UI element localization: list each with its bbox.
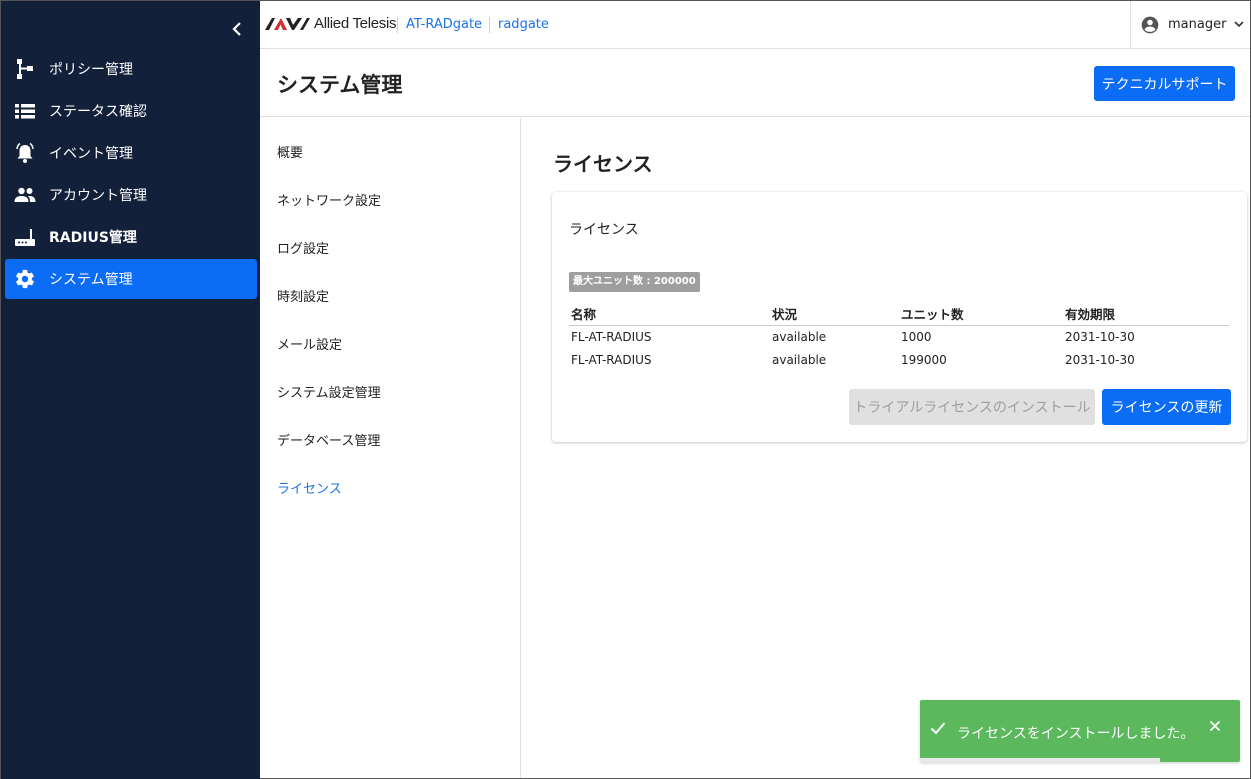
submenu-item-network[interactable]: ネットワーク設定 [277,190,381,209]
install-trial-license-button: トライアルライセンスのインストール [849,389,1095,425]
table-row: FL-AT-RADIUS available 199000 2031-10-30 [569,348,1229,371]
list-icon [14,100,36,122]
user-menu[interactable]: manager [1130,1,1250,48]
column-header-name: 名称 [569,303,770,326]
policy-tree-icon [14,58,36,80]
submenu-item-log[interactable]: ログ設定 [277,238,329,257]
update-license-button[interactable]: ライセンスの更新 [1102,389,1231,425]
sidebar-item-system[interactable]: システム管理 [5,259,257,299]
submenu-item-mail[interactable]: メール設定 [277,334,342,353]
cell-status: available [772,329,827,344]
router-icon [14,226,36,248]
success-toast: ライセンスをインストールしました。 [920,700,1240,762]
sidebar-item-label: システム管理 [49,272,133,288]
breadcrumb-product[interactable]: AT-RADgate [397,17,482,33]
sidebar-item-label: ステータス確認 [49,104,147,120]
sidebar-nav: ポリシー管理 ステータス確認 イベント管理 アカウント管理 RADIUS管理 シ… [5,49,257,301]
section-title: ライセンス [553,152,653,176]
sidebar-item-label: RADIUS管理 [49,230,137,246]
brand-logo: Allied Telesis [265,15,397,32]
table-row: FL-AT-RADIUS available 1000 2031-10-30 [569,325,1229,348]
submenu-item-overview[interactable]: 概要 [277,142,303,161]
column-header-expiry: 有効期限 [1063,303,1229,326]
account-circle-icon [1141,16,1159,33]
license-card: ライセンス 最大ユニット数 : 200000 名称 状況 ユニット数 有効期限 … [552,192,1247,442]
cell-name: FL-AT-RADIUS [571,329,652,344]
sidebar-item-label: アカウント管理 [49,188,147,204]
user-name: manager [1168,17,1227,32]
column-header-units: ユニット数 [899,303,1063,326]
submenu-item-system-config[interactable]: システム設定管理 [277,382,381,401]
toast-progress-bar [920,758,1160,762]
breadcrumb-host[interactable]: radgate [489,17,549,33]
top-bar: Allied Telesis AT-RADgate radgate manage… [260,1,1250,49]
page-header: システム管理 テクニカルサポート [260,49,1250,117]
submenu-item-database[interactable]: データベース管理 [277,430,380,449]
chevron-down-icon [1234,21,1245,28]
sidebar-item-status[interactable]: ステータス確認 [5,91,257,131]
people-icon [14,184,36,206]
cell-expiry: 2031-10-30 [1065,329,1135,344]
sidebar-item-label: イベント管理 [49,146,133,162]
card-title: ライセンス [569,222,639,238]
brand-name: Allied Telesis [314,15,397,32]
max-units-badge: 最大ユニット数 : 200000 [569,272,700,292]
collapse-sidebar-chevron-icon[interactable] [227,17,247,41]
gear-icon [14,268,36,290]
close-icon[interactable] [1209,720,1221,732]
check-icon [930,722,946,735]
sidebar-item-events[interactable]: イベント管理 [5,133,257,173]
sidebar-item-policy[interactable]: ポリシー管理 [5,49,257,89]
sidebar-item-label: ポリシー管理 [49,62,133,78]
submenu-item-license[interactable]: ライセンス [277,478,342,497]
toast-message: ライセンスをインストールしました。 [957,726,1195,742]
cell-expiry: 2031-10-30 [1065,352,1135,367]
cell-status: available [772,352,827,367]
sidebar: ポリシー管理 ステータス確認 イベント管理 アカウント管理 RADIUS管理 シ… [1,1,260,779]
cell-name: FL-AT-RADIUS [571,352,652,367]
column-header-status: 状況 [770,303,899,326]
cell-units: 1000 [901,329,932,344]
technical-support-button[interactable]: テクニカルサポート [1094,66,1235,101]
submenu-item-time[interactable]: 時刻設定 [277,286,329,305]
sidebar-item-radius[interactable]: RADIUS管理 [5,217,257,257]
cell-units: 199000 [901,352,947,367]
table-header-row: 名称 状況 ユニット数 有効期限 [569,303,1229,326]
alarm-bell-icon [14,142,36,164]
system-submenu: 概要 ネットワーク設定 ログ設定 時刻設定 メール設定 システム設定管理 データ… [260,118,521,778]
license-table: 名称 状況 ユニット数 有効期限 FL-AT-RADIUS available … [569,303,1229,371]
allied-telesis-logo-icon [265,17,310,30]
sidebar-item-accounts[interactable]: アカウント管理 [5,175,257,215]
page-title: システム管理 [277,73,403,97]
